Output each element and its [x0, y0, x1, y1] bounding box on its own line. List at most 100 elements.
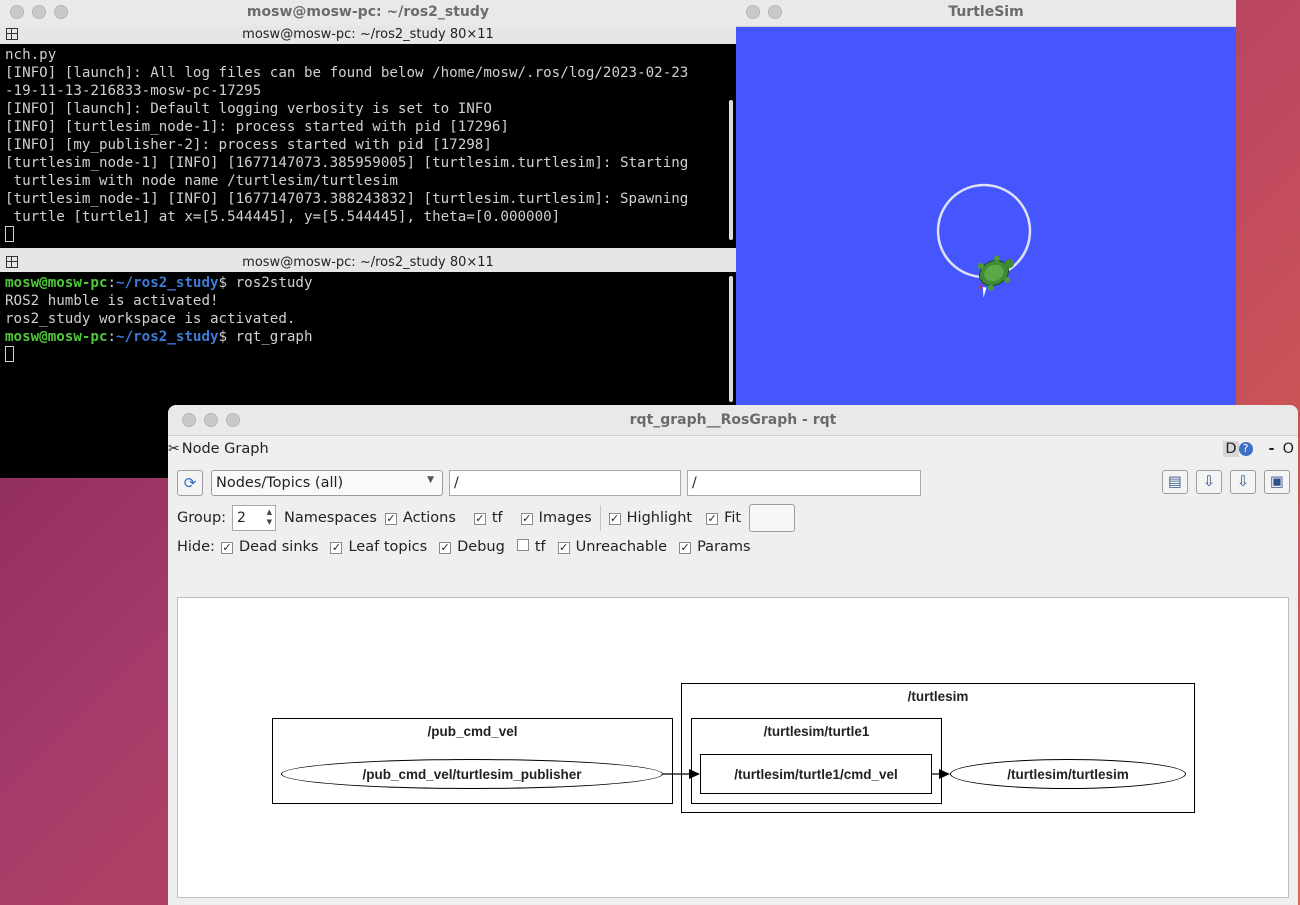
log-line: [INFO] [launch]: Default logging verbosi… [5, 101, 492, 117]
mode-select-value: Nodes/Topics (all) [216, 475, 344, 491]
images-checkbox[interactable]: ✓ Images [520, 510, 592, 526]
checkbox-box[interactable]: ✓ [473, 513, 486, 525]
maximize-button[interactable] [226, 413, 240, 427]
topic-filter-input[interactable]: / [687, 470, 921, 496]
unreachable-checkbox[interactable]: ✓ Unreachable [557, 539, 667, 555]
plugin-controls: D ? - O [1223, 441, 1294, 457]
minimize-button[interactable] [204, 413, 218, 427]
hide-row: Hide: ✓ Dead sinks ✓ Leaf topics ✓ Debug tf… [177, 539, 751, 555]
save-svg-button[interactable]: ⇩ [1230, 470, 1256, 494]
plugin-title: Node Graph [181, 441, 269, 457]
close-button[interactable] [746, 5, 760, 19]
turtle-icon [977, 255, 1014, 298]
graph-edges [663, 769, 950, 779]
group-spinbox[interactable]: 2 ▲ ▼ [232, 505, 277, 531]
checkbox-box[interactable]: ✓ [679, 542, 692, 554]
command-text: ros2study [235, 275, 313, 291]
checkbox-box[interactable]: ✓ [608, 513, 621, 525]
fit-checkbox[interactable]: ✓ Fit [706, 510, 741, 526]
terminal-cursor [5, 346, 14, 362]
log-line: [turtlesim_node-1] [INFO] [1677147073.38… [5, 191, 689, 207]
checkbox-box[interactable]: ✓ [220, 542, 233, 554]
turtlesim-window-title: TurtleSim [948, 4, 1024, 20]
pane1-scrollbar[interactable] [729, 100, 733, 240]
pane1-output[interactable]: nch.py [INFO] [launch]: All log files can… [5, 46, 726, 246]
rqt-titlebar[interactable]: rqt_graph__RosGraph - rqt [168, 405, 1298, 436]
log-line: -19-11-13-216833-mosw-pc-17295 [5, 83, 262, 99]
turtlesim-window[interactable]: TurtleSim [736, 0, 1236, 405]
dead-sinks-checkbox[interactable]: ✓ Dead sinks [220, 539, 318, 555]
save-dot-icon: ⇩ [1202, 474, 1216, 490]
window-controls [746, 5, 782, 19]
split-pane-icon[interactable] [6, 256, 18, 268]
node-filter-input[interactable]: / [449, 470, 681, 496]
checkbox-box[interactable] [516, 539, 529, 551]
minimize-button[interactable] [768, 5, 782, 19]
checkbox-box[interactable]: ✓ [706, 513, 719, 525]
checkbox-box[interactable]: ✓ [557, 542, 570, 554]
close-plugin-button[interactable]: O [1283, 441, 1294, 457]
toolbar-row: ⟳ Nodes/Topics (all) ▼ / / [177, 470, 921, 496]
maximize-button[interactable] [54, 5, 68, 19]
fit-in-view-button[interactable] [749, 504, 796, 532]
highlight-checkbox[interactable]: ✓ Highlight [608, 510, 692, 526]
terminal-cursor [5, 226, 14, 242]
close-button[interactable] [182, 413, 196, 427]
close-button[interactable] [10, 5, 24, 19]
hide-label: Hide: [177, 539, 215, 555]
command-text: rqt_graph [235, 329, 313, 345]
spin-arrows-icon[interactable]: ▲ ▼ [267, 507, 272, 527]
save-svg-icon: ⇩ [1236, 474, 1250, 490]
refresh-button[interactable]: ⟳ [177, 470, 203, 496]
image-icon: ▣ [1270, 474, 1284, 490]
plugin-header: ✂ Node Graph [168, 441, 269, 457]
window-controls [182, 413, 240, 427]
output-line: ROS2 humble is activated! [5, 293, 219, 309]
checkbox-box[interactable]: ✓ [520, 513, 533, 525]
hide-tf-checkbox[interactable]: tf [516, 539, 546, 555]
graph-canvas[interactable]: /pub_cmd_vel /pub_cmd_vel/turtlesim_publ… [177, 597, 1289, 898]
log-line: turtle [turtle1] at x=[5.544445], y=[5.5… [5, 209, 561, 225]
checkbox-box[interactable]: ✓ [330, 542, 343, 554]
file-toolbar: ▤ ⇩ ⇩ ▣ [1154, 470, 1290, 494]
params-checkbox[interactable]: ✓ Params [679, 539, 751, 555]
chevron-down-icon: ▼ [427, 475, 434, 485]
mode-select[interactable]: Nodes/Topics (all) ▼ [211, 470, 443, 496]
log-line: [INFO] [turtlesim_node-1]: process start… [5, 119, 509, 135]
turtle-path [936, 183, 1032, 279]
options-row: Group: 2 ▲ ▼ Namespaces ✓ Actions ✓ tf ✓ Ima… [177, 504, 796, 532]
rqt-window-title: rqt_graph__RosGraph - rqt [629, 412, 837, 428]
save-image-button[interactable]: ▣ [1264, 470, 1290, 494]
save-dot-button[interactable]: ⇩ [1196, 470, 1222, 494]
tf-checkbox[interactable]: ✓ tf [473, 510, 503, 526]
prompt-line: mosw@mosw-pc:~/ros2_study$ rqt_graph [5, 329, 313, 345]
pane2-scrollbar[interactable] [729, 276, 733, 402]
namespaces-label: Namespaces [284, 510, 377, 526]
refresh-icon: ⟳ [183, 474, 197, 492]
split-pane-icon[interactable] [6, 28, 18, 40]
load-dot-button[interactable]: ▤ [1162, 470, 1188, 494]
help-icon[interactable]: ? [1238, 442, 1253, 456]
log-line: [INFO] [my_publisher-2]: process started… [5, 137, 492, 153]
prompt-line: mosw@mosw-pc:~/ros2_study$ ros2study [5, 275, 313, 291]
pane2-title: mosw@mosw-pc: ~/ros2_study 80×11 [242, 255, 494, 270]
log-line: [turtlesim_node-1] [INFO] [1677147073.38… [5, 155, 689, 171]
leaf-topics-checkbox[interactable]: ✓ Leaf topics [330, 539, 427, 555]
actions-checkbox[interactable]: ✓ Actions [384, 510, 456, 526]
turtlesim-titlebar[interactable]: TurtleSim [736, 0, 1236, 27]
debug-checkbox[interactable]: ✓ Debug [439, 539, 505, 555]
arrowhead [689, 769, 700, 779]
pane1-header[interactable]: mosw@mosw-pc: ~/ros2_study 80×11 [0, 26, 736, 44]
checkbox-box[interactable]: ✓ [439, 542, 452, 554]
divider [599, 505, 601, 531]
rqt-window[interactable]: rqt_graph__RosGraph - rqt ✂ Node Graph D… [168, 405, 1298, 905]
pane2-header[interactable]: mosw@mosw-pc: ~/ros2_study 80×11 [0, 254, 736, 272]
log-line: nch.py [5, 47, 57, 63]
terminal-titlebar[interactable]: mosw@mosw-pc: ~/ros2_study [0, 0, 736, 27]
checkbox-box[interactable]: ✓ [384, 513, 397, 525]
rqt-content: ✂ Node Graph D ? - O ⟳ Nodes/Topics (all… [168, 435, 1298, 905]
minimize-plugin-button[interactable]: - [1269, 441, 1275, 457]
dock-button[interactable]: D [1223, 441, 1239, 457]
turtlesim-canvas [936, 183, 1032, 298]
minimize-button[interactable] [32, 5, 46, 19]
